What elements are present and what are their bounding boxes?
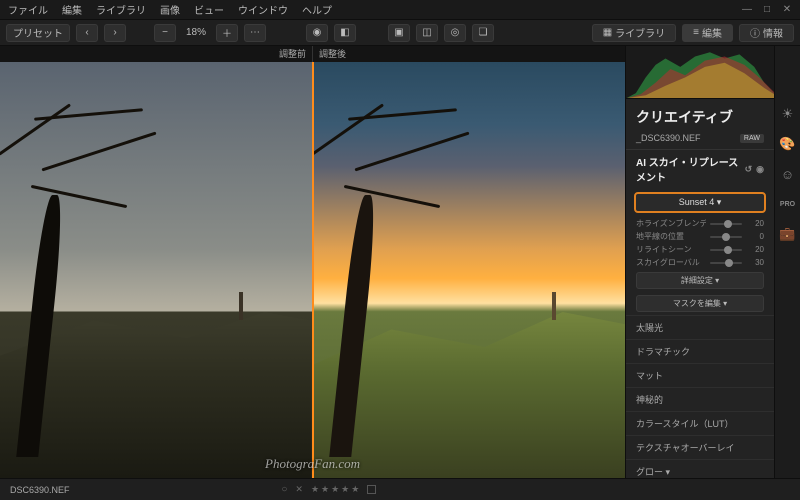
prev-preset-button[interactable]: ‹ [76, 24, 98, 42]
slider-relight-scene[interactable]: リライトシーン 20 [626, 243, 774, 256]
tab-info[interactable]: ⓘ情報 [739, 24, 794, 42]
info-icon: ⓘ [750, 25, 760, 40]
library-icon: ▦ [603, 27, 612, 38]
filename-label: _DSC6390.NEF [636, 133, 701, 143]
label-after: 調整後 [313, 46, 625, 62]
slider-sky-global[interactable]: スカイグローバル 30 [626, 256, 774, 269]
layers-icon[interactable]: ❏ [472, 24, 494, 42]
edit-panel: クリエイティブ _DSC6390.NEF RAW AI スカイ・リプレースメント… [625, 46, 800, 478]
next-preset-button[interactable]: › [104, 24, 126, 42]
status-bar: DSC6390.NEF ○ ✕ ★★★★★ [0, 478, 800, 500]
sliders-icon: ≡ [693, 27, 699, 38]
reject-toggle[interactable]: ✕ [295, 484, 305, 495]
window-maximize-icon[interactable]: □ [762, 4, 772, 15]
chevron-down-icon: ▾ [714, 197, 721, 207]
category-mystical[interactable]: 神秘的 [626, 387, 774, 411]
clone-icon[interactable]: ◎ [444, 24, 466, 42]
menu-edit[interactable]: 編集 [62, 2, 82, 17]
category-lut[interactable]: カラースタイル（LUT） [626, 411, 774, 435]
reset-icon[interactable]: ↺ [745, 164, 753, 175]
category-texture-overlay[interactable]: テクスチャオーバーレイ [626, 435, 774, 459]
watermark: PhotograFan.com [265, 456, 360, 472]
menu-library[interactable]: ライブラリ [96, 2, 146, 17]
menu-window[interactable]: ウインドウ [238, 2, 288, 17]
toolbar: プリセット ‹ › − 18% ＋ ⋯ ◉ ◧ ▣ ◫ ◎ ❏ ▦ライブラリ ≡… [0, 20, 800, 46]
tab-edit[interactable]: ≡編集 [682, 24, 733, 42]
palette-icon[interactable]: 🎨 [780, 136, 796, 152]
sun-icon[interactable]: ☀ [780, 106, 796, 122]
menu-help[interactable]: ヘルプ [302, 2, 332, 17]
advanced-settings-button[interactable]: 詳細設定 ▾ [636, 272, 764, 289]
menu-file[interactable]: ファイル [8, 2, 48, 17]
tool-category-strip: ☀ 🎨 ☺ PRO 💼 [774, 46, 800, 478]
color-label[interactable] [367, 485, 376, 494]
zoom-menu-button[interactable]: ⋯ [244, 24, 266, 42]
status-filename: DSC6390.NEF [10, 485, 70, 495]
category-glow[interactable]: グロー ▾ [626, 459, 774, 478]
zoom-out-button[interactable]: − [154, 24, 176, 42]
panel-title: クリエイティブ [626, 99, 774, 131]
raw-badge: RAW [740, 134, 764, 143]
window-minimize-icon[interactable]: — [742, 4, 752, 15]
histogram[interactable] [626, 46, 774, 99]
face-icon[interactable]: ☺ [780, 166, 796, 182]
slider-horizon-position[interactable]: 地平線の位置 0 [626, 230, 774, 243]
star-rating[interactable]: ★★★★★ [311, 484, 361, 495]
flag-toggle[interactable]: ○ [281, 484, 289, 495]
tool-sky-replacement-header[interactable]: AI スカイ・リプレースメント ↺◉ [626, 149, 774, 188]
menu-image[interactable]: 画像 [160, 2, 180, 17]
edit-mask-button[interactable]: マスクを編集 ▾ [636, 295, 764, 312]
sky-preset-dropdown[interactable]: Sunset 4 ▾ [634, 192, 766, 213]
category-sunlight[interactable]: 太陽光 [626, 315, 774, 339]
image-viewer: 調整前 調整後 PhotograFan.com [0, 46, 625, 478]
zoom-percent: 18% [182, 27, 210, 38]
menu-bar: ファイル 編集 ライブラリ 画像 ビュー ウインドウ ヘルプ — □ ✕ [0, 0, 800, 20]
after-pane[interactable] [312, 62, 626, 478]
before-pane[interactable] [0, 62, 312, 478]
pro-icon[interactable]: PRO [780, 196, 796, 212]
crop-icon[interactable]: ▣ [388, 24, 410, 42]
visibility-icon[interactable]: ◉ [756, 164, 764, 175]
slider-horizon-blending[interactable]: ホライズンブレンディング 20 [626, 217, 774, 230]
eye-icon[interactable]: ◉ [306, 24, 328, 42]
compare-view-icon[interactable]: ◧ [334, 24, 356, 42]
label-before: 調整前 [0, 46, 313, 62]
tab-library[interactable]: ▦ライブラリ [592, 24, 676, 42]
preset-dropdown[interactable]: プリセット [6, 24, 70, 42]
zoom-in-button[interactable]: ＋ [216, 24, 238, 42]
briefcase-icon[interactable]: 💼 [780, 226, 796, 242]
category-dramatic[interactable]: ドラマチック [626, 339, 774, 363]
menu-view[interactable]: ビュー [194, 2, 224, 17]
erase-icon[interactable]: ◫ [416, 24, 438, 42]
category-matte[interactable]: マット [626, 363, 774, 387]
window-close-icon[interactable]: ✕ [782, 4, 792, 15]
